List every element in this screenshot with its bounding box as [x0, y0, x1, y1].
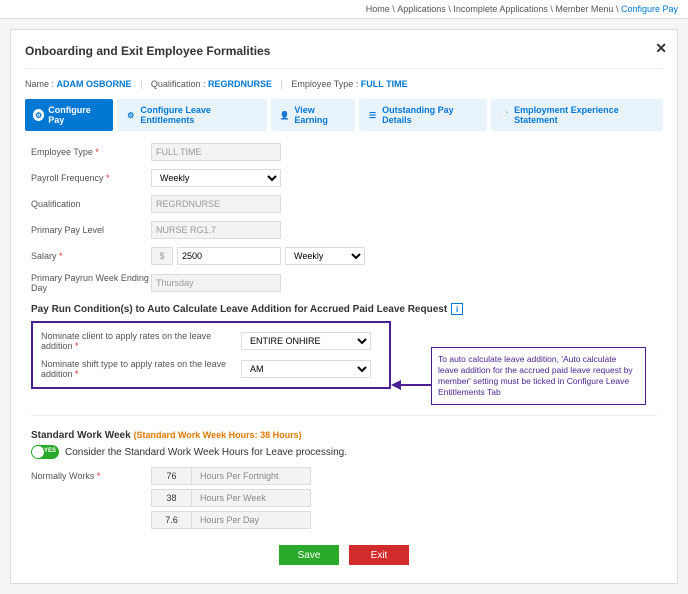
doc-icon: 📄 — [499, 109, 510, 121]
week-ending-field — [151, 274, 281, 292]
pay-level-field — [151, 221, 281, 239]
nominate-shift-select[interactable]: AM — [241, 360, 371, 378]
callout: To auto calculate leave addition, 'Auto … — [391, 347, 657, 405]
salary-amount[interactable] — [177, 247, 281, 265]
std-week-toggle-label: Consider the Standard Work Week Hours fo… — [65, 447, 347, 458]
divider — [31, 415, 657, 416]
member-summary: Name : ADAM OSBORNE | Qualification : RE… — [25, 79, 663, 89]
user-icon: 👤 — [279, 109, 290, 121]
toggle-knob — [32, 446, 44, 458]
crumb[interactable]: Home — [366, 4, 390, 14]
payrun-box: Nominate client to apply rates on the le… — [31, 321, 391, 389]
crumb[interactable]: Member Menu — [555, 4, 613, 14]
crumb[interactable]: Incomplete Applications — [453, 4, 548, 14]
tab-configure-pay[interactable]: ⚙ Configure Pay — [25, 99, 113, 131]
hours-fortnight-unit: Hours Per Fortnight — [191, 467, 311, 485]
label-pay-level: Primary Pay Level — [31, 225, 151, 235]
crumb[interactable]: Applications — [397, 4, 446, 14]
hours-day-value: 7.6 — [151, 511, 191, 529]
tab-employment-statement[interactable]: 📄 Employment Experience Statement — [491, 99, 663, 131]
payroll-freq-select[interactable]: Weekly — [151, 169, 281, 187]
hours-week-value: 38 — [151, 489, 191, 507]
payrun-section-title: Pay Run Condition(s) to Auto Calculate L… — [31, 303, 657, 315]
modal-title: Onboarding and Exit Employee Formalities — [25, 44, 663, 58]
hours-day-unit: Hours Per Day — [191, 511, 311, 529]
exit-button[interactable]: Exit — [349, 545, 409, 565]
salary-currency — [151, 247, 173, 265]
gear-icon: ⚙ — [33, 109, 44, 121]
tabs: ⚙ Configure Pay ⚙ Configure Leave Entitl… — [25, 99, 663, 131]
arrow-icon — [391, 379, 431, 391]
tab-configure-leave[interactable]: ⚙ Configure Leave Entitlements — [117, 99, 267, 131]
list-icon: ☰ — [367, 109, 378, 121]
label-week-ending: Primary Payrun Week Ending Day — [31, 273, 151, 293]
hours-fortnight-value: 76 — [151, 467, 191, 485]
gear-icon: ⚙ — [125, 109, 136, 121]
tab-outstanding-pay[interactable]: ☰ Outstanding Pay Details — [359, 99, 487, 131]
member-qual: REGRDNURSE — [208, 79, 272, 89]
member-name: ADAM OSBORNE — [57, 79, 132, 89]
salary-period-select[interactable]: Weekly — [285, 247, 365, 265]
crumb-current: Configure Pay — [621, 4, 678, 14]
tab-view-earning[interactable]: 👤 View Earning — [271, 99, 355, 131]
label-qualification: Qualification — [31, 199, 151, 209]
save-button[interactable]: Save — [279, 545, 339, 565]
close-icon[interactable]: ✕ — [655, 40, 667, 57]
member-type: FULL TIME — [361, 79, 408, 89]
hours-week-unit: Hours Per Week — [191, 489, 311, 507]
callout-text: To auto calculate leave addition, 'Auto … — [431, 347, 646, 405]
label-nominate-shift: Nominate shift type to apply rates on th… — [41, 359, 241, 379]
label-nominate-client: Nominate client to apply rates on the le… — [41, 331, 241, 351]
divider — [25, 68, 663, 69]
configure-pay-form: Employee Type Payroll Frequency Weekly Q… — [25, 143, 663, 565]
info-icon[interactable]: i — [451, 303, 463, 315]
qualification-field — [151, 195, 281, 213]
std-week-note: (Standard Work Week Hours: 38 Hours) — [133, 430, 301, 440]
label-payroll-freq: Payroll Frequency — [31, 173, 151, 183]
modal: ✕ Onboarding and Exit Employee Formaliti… — [10, 29, 678, 584]
label-employee-type: Employee Type — [31, 147, 151, 157]
label-normally-works: Normally Works — [31, 471, 151, 481]
std-week-toggle[interactable]: YES — [31, 445, 59, 459]
breadcrumb: Home \ Applications \ Incomplete Applica… — [0, 0, 688, 19]
std-week-title: Standard Work Week (Standard Work Week H… — [31, 430, 657, 441]
label-salary: Salary — [31, 251, 151, 261]
employee-type-field — [151, 143, 281, 161]
nominate-client-select[interactable]: ENTIRE ONHIRE — [241, 332, 371, 350]
